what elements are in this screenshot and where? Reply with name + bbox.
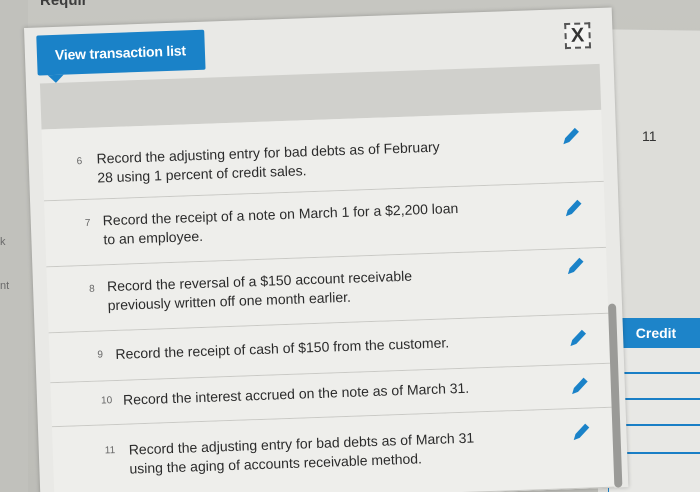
pencil-icon[interactable] [568, 374, 591, 397]
transaction-list-modal: View transaction list X 6 Record the adj… [24, 7, 629, 492]
pencil-icon[interactable] [567, 326, 590, 349]
transaction-number: 11 [104, 445, 116, 457]
close-button[interactable]: X [564, 22, 592, 50]
transaction-text-line: to an employee. [103, 227, 204, 248]
transaction-text-line: Record the receipt of a note on March 1 … [102, 199, 459, 229]
background-entry-number: 11 [642, 128, 657, 144]
background-left-fragment: nt [0, 280, 10, 292]
transaction-number: 6 [76, 156, 83, 168]
background-heading: Requir [40, 0, 88, 9]
pencil-icon[interactable] [562, 197, 585, 220]
pencil-icon[interactable] [564, 255, 587, 278]
screen: Requir k nt 11 Credit View transaction l… [0, 0, 700, 492]
transaction-number: 7 [84, 217, 91, 229]
transaction-text-line: Record the interest accrued on the note … [122, 379, 470, 408]
transaction-number: 8 [88, 283, 95, 295]
transaction-number: 9 [97, 349, 104, 361]
background-left-fragment: k [0, 236, 6, 248]
view-transaction-list-tab[interactable]: View transaction list [36, 29, 206, 76]
pencil-icon[interactable] [570, 420, 593, 443]
pencil-icon[interactable] [560, 125, 583, 148]
transaction-text-line: Record the receipt of cash of $150 from … [115, 334, 450, 363]
transaction-number: 10 [100, 395, 113, 407]
